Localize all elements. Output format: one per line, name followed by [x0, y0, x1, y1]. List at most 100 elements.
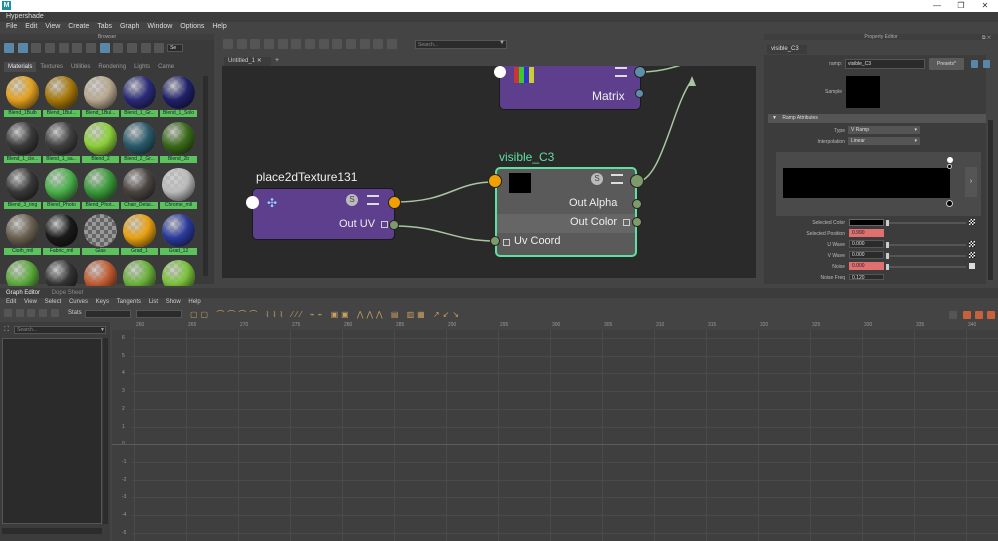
menu-options[interactable]: Options	[180, 22, 204, 32]
outliner-filter-icon[interactable]: ⛶	[4, 326, 9, 334]
material-swatch[interactable]: Blend_1_Solo	[160, 74, 197, 120]
v-wave-field[interactable]: 0.000	[849, 251, 884, 259]
map-button-icon[interactable]	[969, 263, 975, 269]
material-swatch[interactable]: Fabric_mtl	[43, 212, 80, 258]
stats-field-2[interactable]	[136, 310, 182, 318]
ramp-attributes-section[interactable]: ▼ Ramp Attributes	[768, 114, 986, 123]
selected-color-swatch[interactable]	[849, 219, 884, 226]
tab-lights[interactable]: Lights	[130, 62, 154, 72]
browser-scrollbar[interactable]	[203, 76, 208, 276]
property-editor-tab[interactable]: visible_C3	[767, 45, 807, 54]
list-view-icon[interactable]	[31, 43, 42, 53]
tab-materials[interactable]: Materials	[4, 62, 37, 72]
material-swatch[interactable]: Blend_1Bul...	[82, 74, 119, 120]
out-uv-port[interactable]	[389, 220, 399, 230]
sort-type-icon[interactable]	[113, 43, 124, 53]
ge-menu-select[interactable]: Select	[45, 298, 62, 307]
panel-toggle-icon[interactable]	[987, 311, 995, 319]
material-swatch[interactable]	[82, 258, 119, 286]
show-output-icon[interactable]	[983, 60, 990, 68]
map-button-icon[interactable]	[969, 252, 975, 258]
outliner-horizontal-scrollbar[interactable]	[2, 528, 102, 534]
grid-view-icon[interactable]	[17, 43, 28, 53]
noise-freq-field[interactable]: 0.120	[849, 274, 884, 281]
insert-key-icon[interactable]	[15, 309, 24, 317]
matrix-output-port[interactable]	[634, 66, 646, 78]
remove-selected-icon[interactable]	[318, 39, 329, 49]
search-dropdown-icon[interactable]: ▼	[499, 40, 505, 46]
material-swatch[interactable]: Grad_12	[160, 212, 197, 258]
expand-port-icon[interactable]	[503, 239, 510, 246]
ge-menu-list[interactable]: List	[149, 298, 158, 307]
material-swatch[interactable]: Blend_Phot...	[82, 166, 119, 212]
large-icons-icon[interactable]	[86, 43, 97, 53]
tab-graph-editor[interactable]: Graph Editor	[6, 290, 40, 296]
minimize-button[interactable]: —	[926, 0, 948, 12]
outliner-vertical-scrollbar[interactable]	[103, 338, 108, 524]
filter-icon[interactable]	[154, 43, 165, 53]
ramp-handle-top[interactable]	[947, 157, 953, 163]
attributes-list-icon[interactable]	[367, 195, 379, 205]
frame-all-icon[interactable]	[949, 311, 957, 319]
frame-selection-icon[interactable]	[291, 39, 302, 49]
ramp-gradient[interactable]	[783, 168, 950, 198]
place2d-input-port[interactable]	[246, 196, 259, 209]
material-swatch[interactable]	[43, 258, 80, 286]
material-swatch[interactable]: Chair_Detai...	[121, 166, 158, 212]
attributes-list-icon[interactable]	[615, 67, 627, 77]
presets-button[interactable]: Presets*	[929, 58, 964, 70]
visible-c3-node[interactable]: S Out Alpha Out Color Uv Coord	[495, 167, 637, 257]
tab-cameras[interactable]: Came	[154, 62, 178, 72]
snap-icon[interactable]	[359, 39, 370, 49]
shading-s-icon[interactable]: S	[346, 194, 358, 206]
browser-search-input[interactable]: Se	[167, 44, 184, 52]
node-graph-canvas[interactable]: Matrix place2dTexture131 ✣ S Out UV visi…	[222, 66, 756, 278]
input-connections-icon[interactable]	[223, 39, 233, 49]
lattice-icon[interactable]	[27, 309, 36, 317]
place2d-output-port[interactable]	[388, 196, 401, 209]
bookmark-icon[interactable]	[373, 39, 384, 49]
ge-menu-edit[interactable]: Edit	[6, 298, 16, 307]
visible-output-port[interactable]	[630, 174, 644, 188]
time-ruler[interactable]: 260 265 270 275 280 285 290 295 300 305 310 315 320 3…	[112, 322, 998, 330]
material-swatch[interactable]	[121, 258, 158, 286]
swatch-view-icon[interactable]	[4, 43, 14, 53]
clear-graph-icon[interactable]	[264, 39, 275, 49]
panel-float-close-icon[interactable]: ⧉ ✕	[982, 35, 991, 41]
type-dropdown[interactable]: V Ramp ▾	[848, 126, 920, 134]
menu-window[interactable]: Window	[147, 22, 172, 32]
ge-menu-keys[interactable]: Keys	[96, 298, 109, 307]
maximize-button[interactable]: ❐	[950, 0, 972, 12]
menu-view[interactable]: View	[45, 22, 60, 32]
tab-rendering[interactable]: Rendering	[94, 62, 130, 72]
ramp-handle-marker[interactable]	[947, 164, 952, 169]
noise-field[interactable]: 0.000	[849, 262, 884, 270]
u-wave-slider[interactable]	[886, 242, 966, 248]
ramp-handle-bottom[interactable]	[946, 200, 953, 207]
material-swatch[interactable]: Blend_2b	[160, 120, 197, 166]
expand-port-icon[interactable]	[381, 221, 388, 228]
out-alpha-port[interactable]	[632, 199, 642, 209]
close-window-button[interactable]: ✕	[974, 0, 996, 12]
sort-time-icon[interactable]	[127, 43, 138, 53]
ge-menu-tangents[interactable]: Tangents	[117, 298, 141, 307]
tab-close-icon[interactable]: ✕	[257, 58, 262, 64]
material-swatch[interactable]: Blend_1_Gr...	[121, 74, 158, 120]
material-swatch[interactable]	[160, 258, 197, 286]
sort-icon[interactable]	[45, 43, 56, 53]
place2d-texture-node[interactable]: ✣ S Out UV	[252, 188, 395, 240]
ge-menu-curves[interactable]: Curves	[69, 298, 88, 307]
menu-graph[interactable]: Graph	[120, 22, 139, 32]
show-input-icon[interactable]	[971, 60, 978, 68]
medium-icons-icon[interactable]	[72, 43, 83, 53]
add-tab-button[interactable]: +	[275, 57, 279, 64]
retime-icon[interactable]	[50, 309, 59, 317]
menu-edit[interactable]: Edit	[25, 22, 37, 32]
material-swatch[interactable]: Blend_1Bulb	[4, 74, 41, 120]
expand-ramp-button[interactable]: ›	[965, 167, 977, 197]
tab-dope-sheet[interactable]: Dope Sheet	[52, 290, 84, 296]
layout-split-icon[interactable]	[975, 311, 983, 319]
grid-toggle-icon[interactable]	[346, 39, 357, 49]
tab-untitled-1[interactable]: Untitled_1 ✕	[224, 57, 271, 66]
layout-icon[interactable]	[305, 39, 316, 49]
